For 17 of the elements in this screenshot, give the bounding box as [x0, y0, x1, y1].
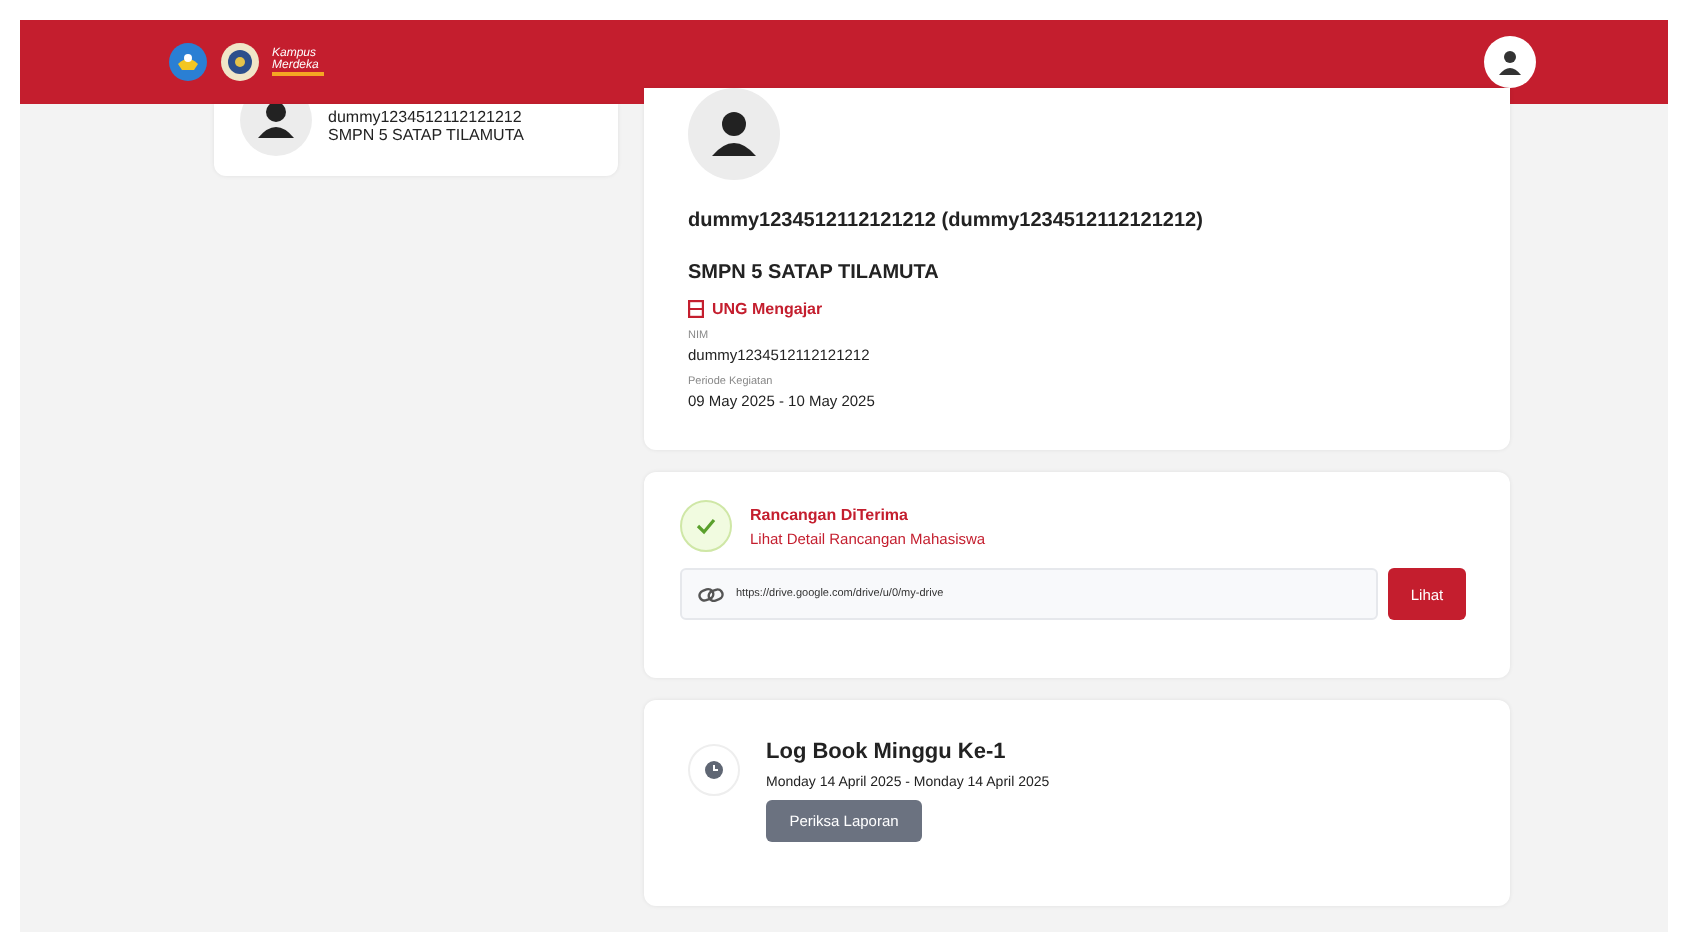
status-title: Rancangan DiTerima — [750, 505, 910, 523]
emblem-icon — [168, 42, 208, 82]
user-avatar-button[interactable] — [1484, 36, 1536, 88]
avatar-icon — [240, 104, 312, 156]
profile-id: dummy1234512112121212 — [328, 108, 524, 126]
seal-icon — [220, 42, 260, 82]
user-icon — [1496, 48, 1524, 76]
program-name: UNG Mengajar — [712, 300, 823, 318]
link-icon — [698, 585, 724, 603]
check-icon — [680, 500, 732, 552]
student-name: dummy1234512112121212 (dummy1234512112121212) — [688, 210, 1205, 232]
school-name: SMPN 5 SATAP TILAMUTA — [688, 262, 941, 284]
logbook-title: Log Book Minggu Ke-1 — [766, 740, 1006, 764]
avatar-icon — [688, 88, 780, 180]
clock-icon — [688, 744, 740, 796]
profile-school: SMPN 5 SATAP TILAMUTA — [328, 126, 524, 144]
book-icon — [688, 300, 704, 318]
